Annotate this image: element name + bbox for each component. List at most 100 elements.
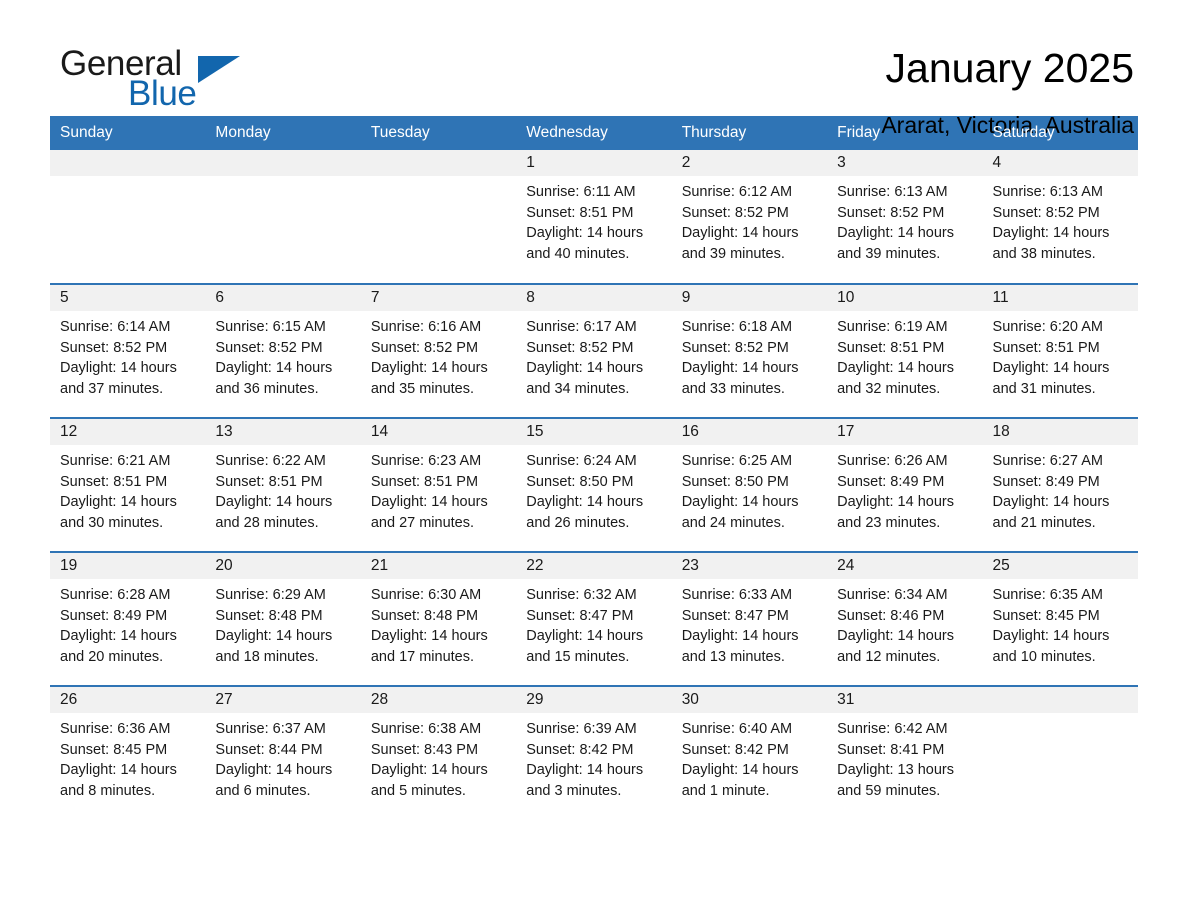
sunrise-line: Sunrise: 6:16 AM	[370, 319, 482, 335]
day-cell[interactable]: 22 Sunrise: 6:32 AM Sunset: 8:47 PM Dayl…	[516, 551, 672, 686]
sunrise-line: Sunrise: 6:11 AM	[526, 184, 636, 200]
sunset-line: Sunset: 8:46 PM	[837, 607, 945, 624]
day-details: Sunrise: 6:42 AM Sunset: 8:41 PM Dayligh…	[827, 713, 982, 801]
day-details: Sunrise: 6:35 AM Sunset: 8:45 PM Dayligh…	[983, 579, 1138, 667]
day-cell[interactable]: 6 Sunrise: 6:15 AM Sunset: 8:52 PM Dayli…	[205, 283, 361, 418]
sunset-line: Sunset: 8:49 PM	[837, 473, 945, 490]
day-cell[interactable]: 31 Sunrise: 6:42 AM Sunset: 8:41 PM Dayl…	[827, 685, 983, 820]
daylight-line-cont: and 36 minutes.	[215, 380, 319, 397]
day-number: 27	[205, 687, 361, 713]
sunset-line: Sunset: 8:41 PM	[837, 741, 945, 758]
sunset-line: Sunset: 8:45 PM	[992, 607, 1100, 624]
daylight-line-cont: and 31 minutes.	[992, 380, 1096, 397]
month-calendar-table: Sunday Monday Tuesday Wednesday Thursday…	[50, 116, 1138, 820]
day-details	[205, 176, 360, 182]
day-cell[interactable]: 8 Sunrise: 6:17 AM Sunset: 8:52 PM Dayli…	[516, 283, 672, 418]
daylight-line: Daylight: 14 hours	[215, 360, 333, 376]
daylight-line: Daylight: 14 hours	[215, 762, 333, 778]
day-cell[interactable]: 25 Sunrise: 6:35 AM Sunset: 8:45 PM Dayl…	[982, 551, 1138, 686]
daylight-line: Daylight: 14 hours	[526, 628, 644, 644]
daylight-line-cont: and 17 minutes.	[370, 648, 475, 665]
sunset-line: Sunset: 8:44 PM	[215, 741, 323, 758]
day-cell[interactable]: 29 Sunrise: 6:39 AM Sunset: 8:42 PM Dayl…	[516, 685, 672, 820]
sunrise-line: Sunrise: 6:28 AM	[60, 587, 171, 603]
daylight-line-cont: and 23 minutes.	[837, 514, 941, 531]
day-cell[interactable]: 16 Sunrise: 6:25 AM Sunset: 8:50 PM Dayl…	[671, 417, 828, 552]
weekday-header-sunday: Sunday	[50, 116, 206, 150]
sunset-line: Sunset: 8:51 PM	[837, 339, 945, 356]
day-cell[interactable]: 23 Sunrise: 6:33 AM Sunset: 8:47 PM Dayl…	[671, 551, 828, 686]
day-cell[interactable]	[205, 150, 361, 284]
day-number	[205, 150, 361, 176]
day-cell[interactable]: 24 Sunrise: 6:34 AM Sunset: 8:46 PM Dayl…	[827, 551, 983, 686]
day-cell[interactable]: 21 Sunrise: 6:30 AM Sunset: 8:48 PM Dayl…	[360, 551, 517, 686]
sunset-line: Sunset: 8:51 PM	[370, 473, 479, 490]
day-cell[interactable]	[982, 685, 1138, 820]
day-cell[interactable]: 26 Sunrise: 6:36 AM Sunset: 8:45 PM Dayl…	[50, 685, 206, 820]
sunrise-line: Sunrise: 6:13 AM	[992, 184, 1103, 200]
day-cell[interactable]: 28 Sunrise: 6:38 AM Sunset: 8:43 PM Dayl…	[360, 685, 517, 820]
daylight-line-cont: and 26 minutes.	[526, 514, 630, 531]
day-cell[interactable]: 17 Sunrise: 6:26 AM Sunset: 8:49 PM Dayl…	[827, 417, 983, 552]
daylight-line-cont: and 6 minutes.	[215, 782, 311, 799]
day-cell[interactable]: 14 Sunrise: 6:23 AM Sunset: 8:51 PM Dayl…	[360, 417, 517, 552]
day-cell[interactable]: 5 Sunrise: 6:14 AM Sunset: 8:52 PM Dayli…	[50, 283, 206, 418]
day-cell[interactable]: 19 Sunrise: 6:28 AM Sunset: 8:49 PM Dayl…	[50, 551, 206, 686]
day-details: Sunrise: 6:38 AM Sunset: 8:43 PM Dayligh…	[361, 713, 516, 801]
sunset-line: Sunset: 8:52 PM	[60, 339, 168, 356]
daylight-line-cont: and 18 minutes.	[215, 648, 319, 665]
day-cell[interactable]: 30 Sunrise: 6:40 AM Sunset: 8:42 PM Dayl…	[671, 685, 828, 820]
sunset-line: Sunset: 8:52 PM	[681, 339, 789, 356]
daylight-line: Daylight: 14 hours	[992, 494, 1110, 510]
day-cell[interactable]: 11 Sunrise: 6:20 AM Sunset: 8:51 PM Dayl…	[982, 283, 1138, 418]
sunset-line: Sunset: 8:42 PM	[526, 741, 634, 758]
sunrise-line: Sunrise: 6:21 AM	[60, 453, 171, 469]
daylight-line: Daylight: 14 hours	[992, 628, 1110, 644]
day-details: Sunrise: 6:39 AM Sunset: 8:42 PM Dayligh…	[516, 713, 671, 801]
day-cell[interactable]: 9 Sunrise: 6:18 AM Sunset: 8:52 PM Dayli…	[671, 283, 828, 418]
day-cell[interactable]: 3 Sunrise: 6:13 AM Sunset: 8:52 PM Dayli…	[827, 150, 983, 284]
daylight-line-cont: and 40 minutes.	[526, 245, 630, 262]
daylight-line-cont: and 32 minutes.	[837, 380, 941, 397]
day-number: 8	[516, 285, 672, 311]
day-cell[interactable]: 15 Sunrise: 6:24 AM Sunset: 8:50 PM Dayl…	[516, 417, 672, 552]
general-blue-logo: General Blue	[50, 44, 250, 116]
day-cell[interactable]: 18 Sunrise: 6:27 AM Sunset: 8:49 PM Dayl…	[982, 417, 1138, 552]
day-cell[interactable]: 13 Sunrise: 6:22 AM Sunset: 8:51 PM Dayl…	[205, 417, 361, 552]
calendar-body: 1 Sunrise: 6:11 AM Sunset: 8:51 PM Dayli…	[50, 150, 1138, 820]
day-details: Sunrise: 6:26 AM Sunset: 8:49 PM Dayligh…	[827, 445, 982, 533]
logo-triangle-icon	[198, 56, 240, 83]
day-cell[interactable]: 2 Sunrise: 6:12 AM Sunset: 8:52 PM Dayli…	[671, 150, 828, 284]
day-details: Sunrise: 6:23 AM Sunset: 8:51 PM Dayligh…	[361, 445, 516, 533]
day-cell[interactable]: 20 Sunrise: 6:29 AM Sunset: 8:48 PM Dayl…	[205, 551, 361, 686]
day-details: Sunrise: 6:20 AM Sunset: 8:51 PM Dayligh…	[983, 311, 1138, 399]
day-number: 16	[671, 419, 828, 445]
daylight-line: Daylight: 14 hours	[370, 494, 488, 510]
daylight-line: Daylight: 14 hours	[681, 762, 799, 778]
daylight-line: Daylight: 14 hours	[370, 762, 488, 778]
day-cell[interactable]: 1 Sunrise: 6:11 AM Sunset: 8:51 PM Dayli…	[516, 150, 672, 284]
day-cell[interactable]: 12 Sunrise: 6:21 AM Sunset: 8:51 PM Dayl…	[50, 417, 206, 552]
day-cell[interactable]: 10 Sunrise: 6:19 AM Sunset: 8:51 PM Dayl…	[827, 283, 983, 418]
day-cell[interactable]	[360, 150, 517, 284]
day-number	[50, 150, 206, 176]
day-details: Sunrise: 6:25 AM Sunset: 8:50 PM Dayligh…	[672, 445, 827, 533]
week-row: 19 Sunrise: 6:28 AM Sunset: 8:49 PM Dayl…	[50, 551, 1138, 686]
day-number: 19	[50, 553, 206, 579]
day-cell[interactable]: 27 Sunrise: 6:37 AM Sunset: 8:44 PM Dayl…	[205, 685, 361, 820]
daylight-line: Daylight: 14 hours	[370, 628, 488, 644]
sunrise-line: Sunrise: 6:14 AM	[60, 319, 171, 335]
weekday-header-monday: Monday	[205, 116, 361, 150]
day-number: 29	[516, 687, 672, 713]
day-details: Sunrise: 6:14 AM Sunset: 8:52 PM Dayligh…	[50, 311, 205, 399]
week-row: 1 Sunrise: 6:11 AM Sunset: 8:51 PM Dayli…	[50, 150, 1138, 284]
sunset-line: Sunset: 8:52 PM	[681, 204, 789, 221]
daylight-line: Daylight: 14 hours	[215, 628, 333, 644]
day-cell[interactable]: 4 Sunrise: 6:13 AM Sunset: 8:52 PM Dayli…	[982, 150, 1138, 284]
day-details: Sunrise: 6:24 AM Sunset: 8:50 PM Dayligh…	[516, 445, 671, 533]
week-row: 26 Sunrise: 6:36 AM Sunset: 8:45 PM Dayl…	[50, 685, 1138, 820]
day-details: Sunrise: 6:29 AM Sunset: 8:48 PM Dayligh…	[205, 579, 360, 667]
day-cell[interactable]: 7 Sunrise: 6:16 AM Sunset: 8:52 PM Dayli…	[360, 283, 517, 418]
sunset-line: Sunset: 8:52 PM	[837, 204, 945, 221]
day-cell[interactable]	[50, 150, 206, 284]
